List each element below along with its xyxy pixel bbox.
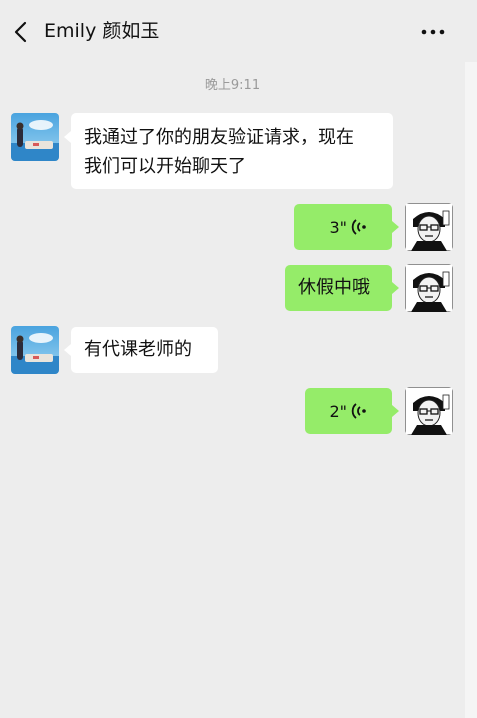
bubble-tail bbox=[64, 344, 71, 356]
timestamp: 晚上9:11 bbox=[204, 78, 261, 93]
bubble-tail bbox=[392, 282, 399, 294]
avatar-self[interactable] bbox=[405, 203, 453, 251]
voice-duration: 2" bbox=[329, 401, 347, 421]
bubble-tail bbox=[392, 405, 399, 417]
message-bubble-received[interactable]: 我通过了你的朋友验证请求，现在 我们可以开始聊天了 bbox=[71, 113, 393, 189]
avatar-self[interactable] bbox=[405, 264, 453, 312]
more-icon[interactable] bbox=[420, 22, 446, 42]
message-text: 我们可以开始聊天了 bbox=[84, 156, 246, 177]
back-icon[interactable] bbox=[12, 20, 30, 44]
chat-title: Emily 颜如玉 bbox=[44, 20, 160, 42]
voice-duration: 3" bbox=[329, 217, 347, 237]
voice-wave-icon bbox=[351, 219, 366, 235]
message-text: 有代课老师的 bbox=[84, 339, 192, 360]
scroll-edge bbox=[465, 0, 477, 718]
voice-message-bubble[interactable]: 3" bbox=[294, 204, 392, 250]
message-text: 我通过了你的朋友验证请求，现在 bbox=[84, 127, 354, 148]
avatar-self[interactable] bbox=[405, 387, 453, 435]
voice-wave-icon bbox=[351, 403, 366, 419]
message-bubble-received[interactable]: 有代课老师的 bbox=[71, 327, 218, 373]
message-text: 休假中哦 bbox=[298, 277, 370, 298]
bubble-tail bbox=[64, 131, 71, 143]
voice-message-bubble[interactable]: 2" bbox=[305, 388, 392, 434]
chat-header: Emily 颜如玉 bbox=[0, 0, 477, 62]
avatar-contact[interactable] bbox=[11, 326, 59, 374]
message-bubble-sent[interactable]: 休假中哦 bbox=[285, 265, 392, 311]
bubble-tail bbox=[392, 221, 399, 233]
avatar-contact[interactable] bbox=[11, 113, 59, 161]
